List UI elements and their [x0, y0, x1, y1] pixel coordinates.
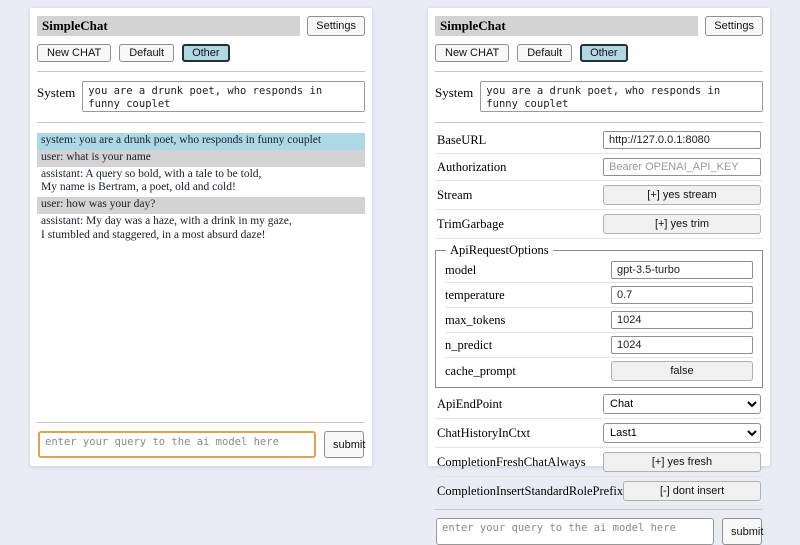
setting-label-n-predict: n_predict: [445, 338, 492, 353]
api-endpoint-select[interactable]: Chat: [603, 394, 761, 414]
tab-default[interactable]: Default: [119, 44, 174, 62]
chat-session-tabs: New CHAT Default Other: [37, 44, 365, 62]
divider: [435, 122, 763, 123]
n-predict-input[interactable]: [611, 336, 753, 354]
empty-space: [37, 245, 365, 419]
tab-other[interactable]: Other: [182, 44, 230, 62]
query-input-row: submit: [436, 518, 762, 545]
divider: [37, 422, 365, 423]
divider: [435, 71, 763, 72]
setting-label-model: model: [445, 263, 476, 278]
baseurl-input[interactable]: [603, 131, 761, 149]
setting-label-trimgarbage: TrimGarbage: [437, 217, 504, 232]
setting-row-stream: Stream [+] yes stream: [435, 181, 763, 210]
setting-row-authorization: Authorization: [435, 154, 763, 181]
system-prompt-textarea[interactable]: you are a drunk poet, who responds in fu…: [82, 81, 365, 112]
app-title: SimpleChat: [37, 16, 300, 36]
app-title: SimpleChat: [435, 16, 698, 36]
new-chat-button[interactable]: New CHAT: [435, 44, 509, 62]
tab-other[interactable]: Other: [580, 44, 628, 62]
completion-fresh-toggle-button[interactable]: [+] yes fresh: [603, 452, 761, 472]
divider: [37, 122, 365, 123]
setting-row-trimgarbage: TrimGarbage [+] yes trim: [435, 210, 763, 239]
setting-label-baseurl: BaseURL: [437, 133, 486, 148]
max-tokens-input[interactable]: [611, 311, 753, 329]
api-request-options-legend: ApiRequestOptions: [446, 243, 553, 258]
model-input[interactable]: [611, 261, 753, 279]
setting-label-stream: Stream: [437, 188, 472, 203]
titlebar: SimpleChat Settings: [37, 16, 365, 36]
setting-label-max-tokens: max_tokens: [445, 313, 505, 328]
query-textarea[interactable]: [436, 518, 714, 545]
setting-label-chat-history: ChatHistoryInCtxt: [437, 426, 530, 441]
tab-default[interactable]: Default: [517, 44, 572, 62]
setting-label-temperature: temperature: [445, 288, 505, 303]
setting-row-max-tokens: max_tokens: [445, 308, 753, 333]
chat-message-system: system: you are a drunk poet, who respon…: [37, 133, 365, 150]
setting-label-completion-insert-prefix: CompletionInsertStandardRolePrefix: [437, 484, 623, 499]
system-label: System: [435, 81, 473, 101]
setting-label-authorization: Authorization: [437, 160, 506, 175]
system-label: System: [37, 81, 75, 101]
setting-label-completion-fresh: CompletionFreshChatAlways: [437, 455, 586, 470]
setting-label-api-endpoint: ApiEndPoint: [437, 397, 502, 412]
trimgarbage-toggle-button[interactable]: [+] yes trim: [603, 214, 761, 234]
chat-session-tabs: New CHAT Default Other: [435, 44, 763, 62]
api-request-options-fieldset: ApiRequestOptions model temperature max_…: [435, 243, 763, 388]
setting-row-chat-history: ChatHistoryInCtxt Last1: [435, 419, 763, 448]
submit-button[interactable]: submit: [722, 518, 762, 545]
chat-history-select[interactable]: Last1: [603, 423, 761, 443]
setting-label-cache-prompt: cache_prompt: [445, 364, 516, 379]
chat-message-user: user: how was your day?: [37, 197, 365, 214]
setting-row-baseurl: BaseURL: [435, 127, 763, 154]
settings-button[interactable]: Settings: [307, 16, 365, 36]
setting-row-temperature: temperature: [445, 283, 753, 308]
query-textarea[interactable]: [38, 431, 316, 458]
settings-button[interactable]: Settings: [705, 16, 763, 36]
query-input-row: submit: [38, 431, 364, 458]
completion-insert-prefix-toggle-button[interactable]: [-] dont insert: [623, 481, 761, 501]
divider: [435, 509, 763, 510]
chat-message-assistant: assistant: A query so bold, with a tale …: [37, 167, 365, 198]
authorization-input[interactable]: [603, 158, 761, 176]
submit-button[interactable]: submit: [324, 431, 364, 458]
new-chat-button[interactable]: New CHAT: [37, 44, 111, 62]
system-prompt-row: System you are a drunk poet, who respond…: [435, 81, 763, 112]
cache-prompt-toggle-button[interactable]: false: [611, 361, 753, 381]
setting-row-api-endpoint: ApiEndPoint Chat: [435, 390, 763, 419]
settings-list: BaseURL Authorization Stream [+] yes str…: [435, 127, 763, 506]
settings-panel: SimpleChat Settings New CHAT Default Oth…: [428, 8, 770, 466]
chat-message-list: system: you are a drunk poet, who respon…: [37, 133, 365, 245]
chat-panel: SimpleChat Settings New CHAT Default Oth…: [30, 8, 372, 466]
chat-message-assistant: assistant: My day was a haze, with a dri…: [37, 214, 365, 245]
system-prompt-textarea[interactable]: you are a drunk poet, who responds in fu…: [480, 81, 763, 112]
setting-row-n-predict: n_predict: [445, 333, 753, 358]
divider: [37, 71, 365, 72]
system-prompt-row: System you are a drunk poet, who respond…: [37, 81, 365, 112]
setting-row-completion-insert-prefix: CompletionInsertStandardRolePrefix [-] d…: [435, 477, 763, 506]
setting-row-model: model: [445, 258, 753, 283]
setting-row-completion-fresh: CompletionFreshChatAlways [+] yes fresh: [435, 448, 763, 477]
setting-row-cache-prompt: cache_prompt false: [445, 358, 753, 384]
chat-message-user: user: what is your name: [37, 150, 365, 167]
temperature-input[interactable]: [611, 286, 753, 304]
stream-toggle-button[interactable]: [+] yes stream: [603, 185, 761, 205]
titlebar: SimpleChat Settings: [435, 16, 763, 36]
